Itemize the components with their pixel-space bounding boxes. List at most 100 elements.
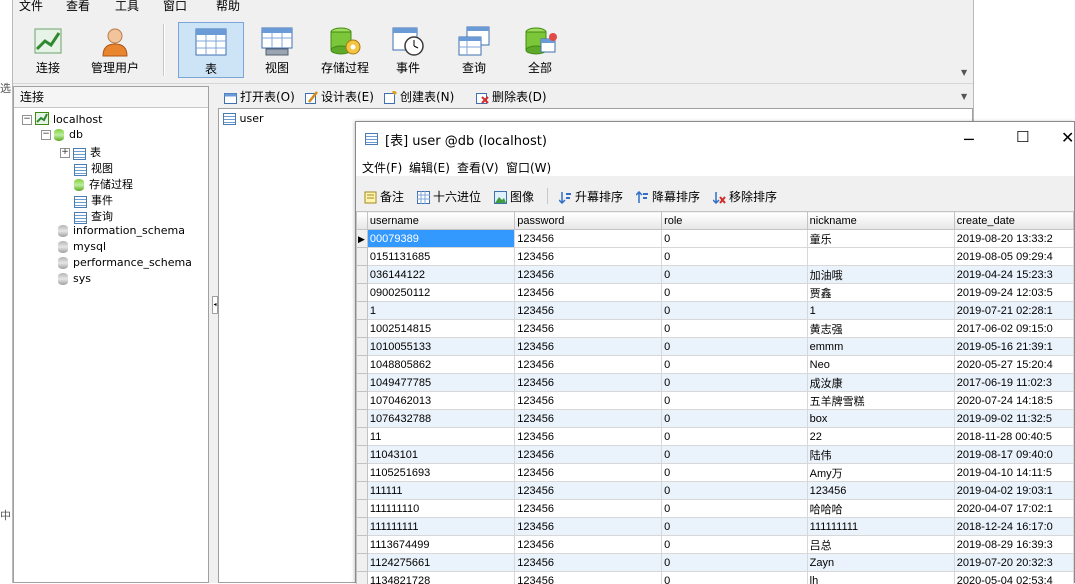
tree-node-sys[interactable]: sys [58,272,91,285]
table-row[interactable]: 10704620131234560五羊牌雪糕2020-07-24 14:18:5 [357,392,1074,410]
table-cell-password[interactable]: 123456 [515,554,662,572]
tree-node-information-schema[interactable]: information_schema [58,224,185,237]
table-cell-username[interactable]: 1134821728 [367,572,514,584]
table-row[interactable]: 09002501121234560贾鑫2019-09-24 12:03:5 [357,284,1074,302]
table-cell-username[interactable]: 1049477785 [367,374,514,392]
row-indicator[interactable] [357,374,368,392]
maximize-icon[interactable]: ☐ [1016,128,1029,146]
table-row[interactable]: 11111111112345601111111112018-12-24 16:1… [357,518,1074,536]
create-table-button[interactable]: 创建表(N) [384,88,454,105]
table-cell-create-date[interactable]: 2018-11-28 00:40:5 [954,428,1073,446]
sort-descending-button[interactable]: 降幕排序 [636,188,700,205]
collapse-icon[interactable]: − [41,130,51,140]
table-row[interactable]: 110431011234560陆伟2019-08-17 09:40:0 [357,446,1074,464]
tree-node-procedures[interactable]: 存储过程 [74,176,133,192]
table-cell-password[interactable]: 123456 [515,230,662,248]
row-indicator[interactable] [357,248,368,266]
table-row[interactable]: 1123456012019-07-21 02:28:1 [357,302,1074,320]
table-cell-password[interactable]: 123456 [515,338,662,356]
object-item-user[interactable]: user [223,112,264,125]
table-cell-create-date[interactable]: 2019-04-02 19:03:1 [954,482,1073,500]
table-row[interactable]: 0361441221234560加油哦2019-04-24 15:23:3 [357,266,1074,284]
row-indicator[interactable] [357,572,368,584]
table-cell-role[interactable]: 0 [662,356,808,374]
table-cell-create-date[interactable]: 2019-07-21 02:28:1 [954,302,1073,320]
table-cell-password[interactable]: 123456 [515,482,662,500]
table-cell-create-date[interactable]: 2019-08-17 09:40:0 [954,446,1073,464]
table-cell-nickname[interactable]: 111111111 [807,518,954,536]
table-cell-username[interactable]: 036144122 [367,266,514,284]
window-menu-file[interactable]: 文件(F) [362,159,402,176]
table-cell-password[interactable]: 123456 [515,410,662,428]
collapse-icon[interactable]: − [22,115,32,125]
table-cell-role[interactable]: 0 [662,410,808,428]
table-cell-role[interactable]: 0 [662,500,808,518]
toolbar-connect-button[interactable]: 连接 [16,22,80,78]
table-row[interactable]: 10488058621234560Neo2020-05-27 15:20:4 [357,356,1074,374]
table-cell-password[interactable]: 123456 [515,428,662,446]
table-cell-create-date[interactable]: 2019-04-10 14:11:5 [954,464,1073,482]
table-cell-create-date[interactable]: 2020-07-24 14:18:5 [954,392,1073,410]
table-cell-role[interactable]: 0 [662,392,808,410]
table-row[interactable]: 10025148151234560黄志强2017-06-02 09:15:0 [357,320,1074,338]
table-cell-role[interactable]: 0 [662,536,808,554]
row-indicator[interactable] [357,338,368,356]
row-indicator[interactable] [357,266,368,284]
toolbar-manage-users-button[interactable]: 管理用户 [81,22,149,78]
table-cell-nickname[interactable]: Amy万 [807,464,954,482]
table-cell-nickname[interactable]: 陆伟 [807,446,954,464]
table-cell-role[interactable]: 0 [662,302,808,320]
table-cell-role[interactable]: 0 [662,554,808,572]
table-cell-role[interactable]: 0 [662,266,808,284]
expand-icon[interactable]: + [60,148,70,158]
toolbar-overflow-arrow[interactable]: ▼ [961,68,967,77]
table-cell-username[interactable]: 11 [367,428,514,446]
tree-node-db[interactable]: −db [41,128,83,141]
tree-node-localhost[interactable]: −localhost [22,112,102,128]
tree-node-tables[interactable]: +表 [60,144,101,160]
toolbar-view-button[interactable]: 视图 [245,22,309,78]
table-cell-role[interactable]: 0 [662,446,808,464]
row-indicator[interactable] [357,320,368,338]
tree-node-queries[interactable]: 查询 [74,208,113,224]
tree-node-mysql[interactable]: mysql [58,240,106,253]
table-cell-nickname[interactable]: 童乐 [807,230,954,248]
row-indicator[interactable] [357,428,368,446]
table-cell-username[interactable]: 11043101 [367,446,514,464]
tree-node-performance-schema[interactable]: performance_schema [58,256,192,269]
row-indicator[interactable] [357,464,368,482]
table-cell-create-date[interactable]: 2019-08-29 16:39:3 [954,536,1073,554]
table-cell-username[interactable]: 0900250112 [367,284,514,302]
table-cell-create-date[interactable]: 2019-07-20 20:32:3 [954,554,1073,572]
row-indicator[interactable] [357,518,368,536]
row-indicator[interactable] [357,500,368,518]
table-cell-create-date[interactable]: 2019-04-24 15:23:3 [954,266,1073,284]
table-cell-username[interactable]: 1002514815 [367,320,514,338]
table-cell-role[interactable]: 0 [662,464,808,482]
pane-splitter[interactable]: ◂ [211,86,218,583]
design-table-button[interactable]: 设计表(E) [305,88,374,105]
table-cell-nickname[interactable]: 黄志强 [807,320,954,338]
table-cell-create-date[interactable]: 2018-12-24 16:17:0 [954,518,1073,536]
table-cell-password[interactable]: 123456 [515,302,662,320]
column-header-role[interactable]: role [662,212,808,230]
table-cell-role[interactable]: 0 [662,248,808,266]
table-cell-username[interactable]: 1070462013 [367,392,514,410]
table-row[interactable]: 10100551331234560emmm2019-05-16 21:39:1 [357,338,1074,356]
toolbar-query-button[interactable]: 查询 [442,22,506,78]
row-indicator[interactable] [357,392,368,410]
table-cell-create-date[interactable]: 2020-04-07 17:02:1 [954,500,1073,518]
table-cell-role[interactable]: 0 [662,482,808,500]
table-cell-password[interactable]: 123456 [515,518,662,536]
tree-node-views[interactable]: 视图 [74,160,113,176]
table-cell-nickname[interactable]: 加油哦 [807,266,954,284]
table-cell-create-date[interactable]: 2019-08-05 09:29:4 [954,248,1073,266]
table-cell-nickname[interactable]: 1 [807,302,954,320]
table-row[interactable]: 11052516931234560Amy万2019-04-10 14:11:5 [357,464,1074,482]
table-cell-nickname[interactable]: 22 [807,428,954,446]
window-menu-edit[interactable]: 编辑(E) [409,159,450,176]
table-cell-nickname[interactable]: box [807,410,954,428]
row-indicator[interactable]: ▶ [357,230,368,248]
table-cell-nickname[interactable]: 成汝康 [807,374,954,392]
table-cell-password[interactable]: 123456 [515,320,662,338]
